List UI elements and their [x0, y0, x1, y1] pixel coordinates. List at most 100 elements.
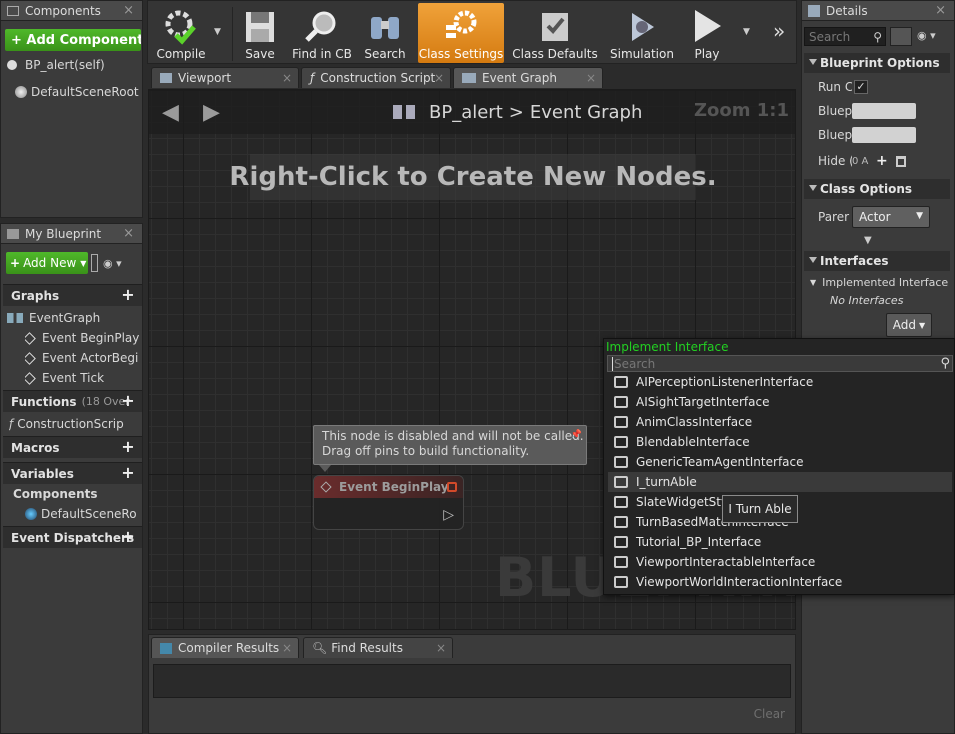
close-icon[interactable]: ×	[935, 3, 946, 18]
trash-icon[interactable]	[895, 155, 906, 167]
save-button[interactable]: Save	[236, 5, 284, 63]
tab-find-results[interactable]: 🔍︎ Find Results ×	[303, 637, 453, 658]
add-interface-button[interactable]: Add ▼	[886, 313, 932, 337]
tab-viewport[interactable]: Viewport ×	[151, 67, 299, 88]
add-macro-button[interactable]: +	[120, 439, 136, 455]
interface-item[interactable]: Tutorial_BP_Interface	[608, 532, 952, 552]
bluep-field-2[interactable]	[852, 127, 916, 143]
interface-item[interactable]: ViewportInteractableInterface	[608, 552, 952, 572]
run-checkbox[interactable]: ✓	[854, 80, 868, 94]
implemented-label: Implemented Interface	[822, 275, 949, 289]
close-icon[interactable]: ×	[123, 226, 134, 241]
pin-icon[interactable]: 📌	[571, 428, 582, 443]
interface-item-hovered[interactable]: I_turnAble	[608, 472, 952, 492]
macros-section[interactable]: Macros +	[3, 436, 142, 458]
graph-item-eventgraph[interactable]: EventGraph	[7, 308, 141, 328]
add-function-button[interactable]: +	[120, 393, 136, 409]
forward-arrow-icon[interactable]: ▶	[203, 100, 220, 125]
close-icon[interactable]: ×	[434, 71, 444, 85]
details-search-input[interactable]: Search ⚲	[804, 27, 886, 46]
no-interfaces-text: No Interfaces	[830, 293, 904, 307]
functions-section[interactable]: Functions (18 Over +	[3, 390, 142, 412]
add-element-icon[interactable]: +	[876, 153, 888, 169]
interface-item[interactable]: AIPerceptionListenerInterface	[608, 372, 952, 392]
no-interfaces-row: No Interfaces	[830, 290, 950, 310]
interface-item[interactable]: ViewportWorldInteractionInterface	[608, 572, 952, 592]
property-matrix-icon[interactable]	[890, 27, 912, 46]
back-arrow-icon[interactable]: ◀	[162, 100, 179, 125]
interface-search-input[interactable]: Search ⚲	[607, 355, 953, 372]
interface-item-label: BlendableInterface	[636, 435, 750, 449]
tab-event-graph[interactable]: Event Graph ×	[453, 67, 603, 88]
details-tab[interactable]: Details ×	[802, 1, 954, 21]
add-component-button[interactable]: + Add Component	[5, 29, 141, 51]
play-button[interactable]: Play	[682, 5, 732, 63]
blueprint-options-section[interactable]: Blueprint Options	[804, 53, 950, 73]
tab-construction-script[interactable]: ƒ Construction Script ×	[301, 67, 451, 88]
event-item-beginplay[interactable]: Event BeginPlay	[25, 328, 141, 348]
my-blueprint-title: My Blueprint	[25, 226, 102, 241]
class-options-section[interactable]: Class Options	[804, 179, 950, 199]
event-beginplay-node[interactable]: Event BeginPlay ▷	[313, 475, 464, 530]
close-icon[interactable]: ×	[123, 3, 134, 18]
section-label: Class Options	[820, 182, 913, 196]
interface-icon	[614, 556, 628, 568]
components-panel: Components × + Add Component BP_alert(se…	[0, 0, 143, 218]
find-in-cb-button[interactable]: Find in CB	[290, 5, 354, 63]
interface-item-label: AnimClassInterface	[636, 415, 753, 429]
graphs-section[interactable]: Graphs +	[3, 284, 142, 306]
event-dispatchers-section[interactable]: Event Dispatchers +	[3, 526, 142, 548]
clear-button[interactable]: Clear	[754, 707, 785, 721]
interface-icon	[614, 436, 628, 448]
add-dispatcher-button[interactable]: +	[120, 529, 136, 545]
exec-pin[interactable]: ▷	[443, 507, 454, 523]
interface-item[interactable]: BlendableInterface	[608, 432, 952, 452]
event-item-actorbegin[interactable]: Event ActorBegi	[25, 348, 141, 368]
bluep-field-1[interactable]	[852, 103, 916, 119]
component-item-root[interactable]: DefaultSceneRoot	[15, 82, 141, 102]
compile-button[interactable]: Compile	[152, 5, 210, 63]
event-item-tick[interactable]: Event Tick	[25, 368, 141, 388]
search-box-stub[interactable]	[91, 254, 98, 272]
save-icon	[246, 12, 274, 42]
breadcrumb-root[interactable]: BP_alert	[429, 102, 503, 123]
tab-compiler-results[interactable]: Compiler Results ×	[151, 637, 299, 658]
tab-label: Compiler Results	[178, 641, 280, 655]
add-graph-button[interactable]: +	[120, 287, 136, 303]
viewport-icon	[160, 73, 172, 83]
components-subsection[interactable]: Components	[13, 484, 141, 504]
component-var-item[interactable]: DefaultSceneRo	[25, 504, 141, 524]
class-settings-button[interactable]: Class Settings	[418, 3, 504, 63]
implemented-interfaces-row[interactable]: ▼ Implemented Interface	[810, 272, 954, 292]
variables-section[interactable]: Variables +	[3, 462, 142, 484]
interface-item[interactable]: AnimClassInterface	[608, 412, 952, 432]
close-icon[interactable]: ×	[282, 641, 292, 655]
eye-icon[interactable]: ◉ ▾	[917, 29, 936, 42]
function-item-construction[interactable]: ƒ ConstructionScrip	[9, 414, 141, 434]
compile-options-chevron[interactable]: ▼	[214, 27, 221, 37]
expand-advanced-icon[interactable]: ▼	[864, 235, 872, 246]
simulation-button[interactable]: Simulation	[608, 5, 676, 63]
interface-item-label: I_turnAble	[636, 475, 697, 489]
search-button[interactable]: Search	[360, 5, 410, 63]
chevron-down-icon: ▼	[80, 258, 87, 268]
my-blueprint-tab[interactable]: My Blueprint ×	[1, 224, 142, 244]
add-new-button[interactable]: + Add New ▼	[6, 252, 88, 274]
interfaces-section[interactable]: Interfaces	[804, 251, 950, 271]
close-icon[interactable]: ×	[586, 71, 596, 85]
interface-item[interactable]: AISightTargetInterface	[608, 392, 952, 412]
add-variable-button[interactable]: +	[120, 465, 136, 481]
close-icon[interactable]: ×	[436, 641, 446, 655]
toolbar-overflow-icon[interactable]: »	[773, 19, 785, 43]
component-item-self[interactable]: BP_alert(self)	[7, 55, 141, 75]
hide-value: 0 A	[852, 155, 869, 167]
delegate-pin[interactable]	[447, 482, 457, 492]
interface-item[interactable]: GenericTeamAgentInterface	[608, 452, 952, 472]
close-icon[interactable]: ×	[282, 71, 292, 85]
eye-icon[interactable]: ◉ ▾	[103, 257, 133, 271]
components-tab[interactable]: Components ×	[1, 1, 142, 21]
class-defaults-button[interactable]: Class Defaults	[510, 5, 600, 63]
parent-class-dropdown[interactable]: Actor ▼	[852, 206, 930, 228]
play-options-chevron[interactable]: ▼	[743, 27, 750, 37]
toolbar: Compile ▼ Save Find in CB Search Class S…	[147, 0, 797, 64]
